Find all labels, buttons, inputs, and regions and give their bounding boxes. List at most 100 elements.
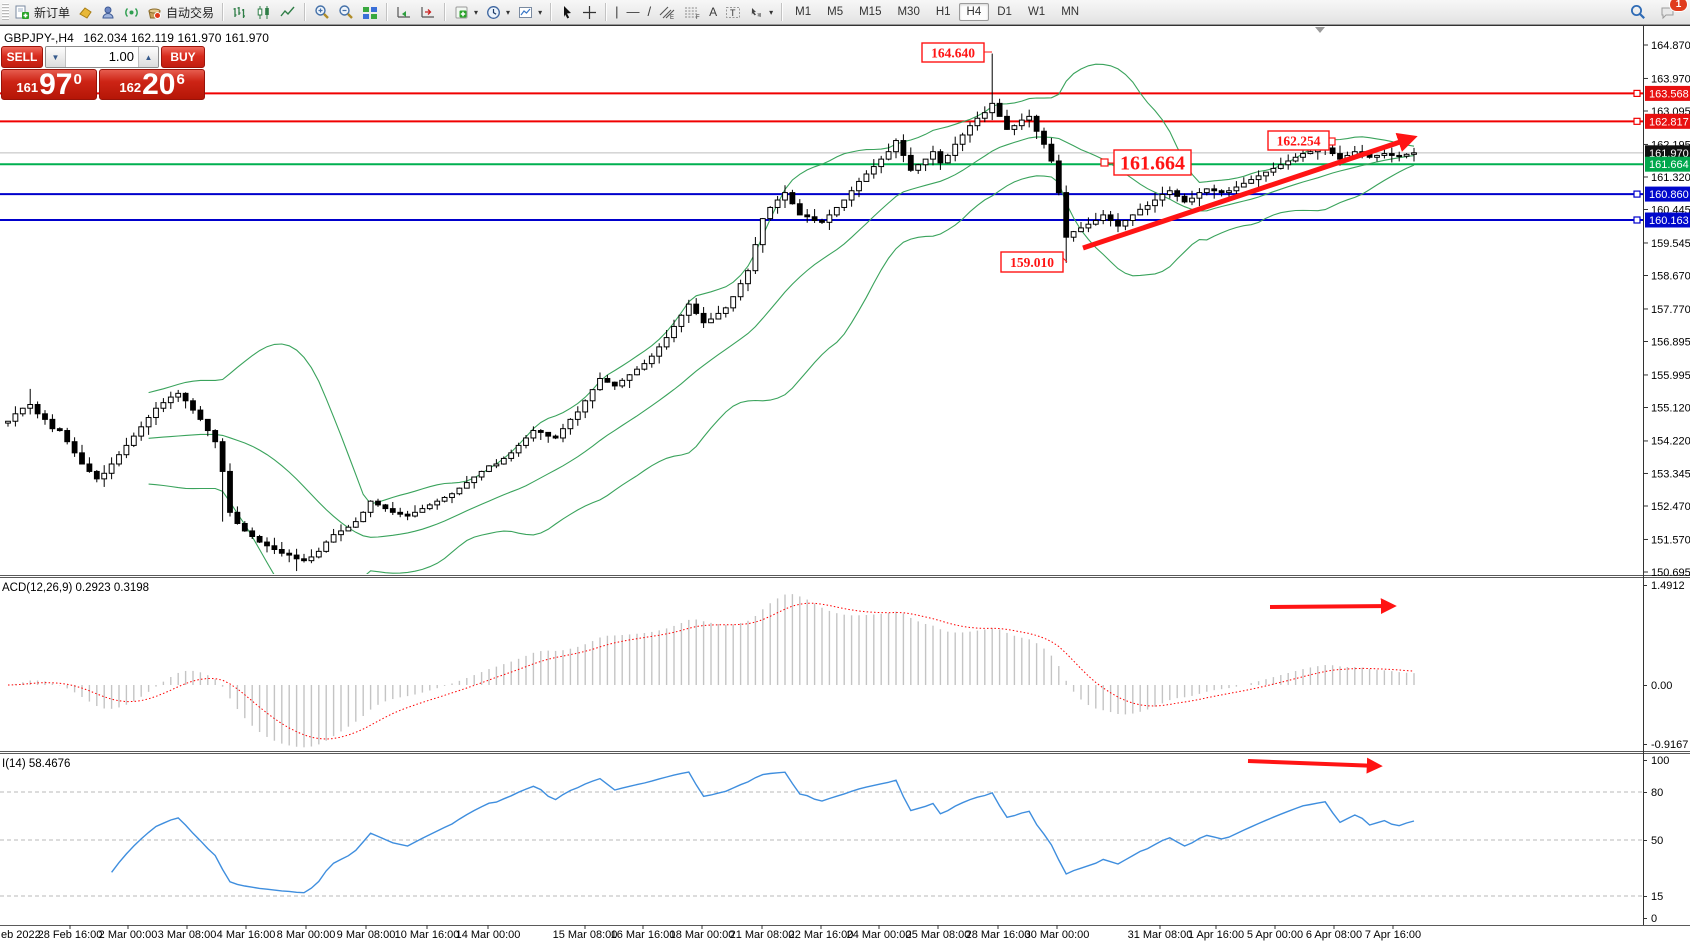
line-chart-button[interactable] bbox=[276, 3, 300, 22]
notifications-button[interactable]: 1 bbox=[1656, 3, 1680, 22]
bar-chart-button[interactable] bbox=[228, 3, 252, 22]
buy-price[interactable]: 162 20 6 bbox=[99, 69, 205, 100]
svg-text:30 Mar 00:00: 30 Mar 00:00 bbox=[1025, 929, 1090, 941]
macd-arrow[interactable] bbox=[1270, 606, 1392, 607]
crosshair-button[interactable] bbox=[578, 3, 601, 22]
quotes-icon bbox=[78, 5, 93, 20]
data-window-button[interactable] bbox=[97, 3, 120, 22]
price-badge-161.664: 161.664 bbox=[1645, 157, 1690, 172]
symbol-period: GBPJPY-,H4 bbox=[4, 31, 74, 45]
template-icon bbox=[518, 5, 533, 20]
price-annotation-161.664[interactable]: 161.664 bbox=[1101, 150, 1191, 175]
channel-button[interactable]: E bbox=[655, 3, 680, 22]
price-badge-163.568: 163.568 bbox=[1645, 86, 1690, 101]
svg-text:8 Mar 00:00: 8 Mar 00:00 bbox=[277, 929, 336, 941]
signal-icon bbox=[124, 5, 139, 20]
level-line-handle[interactable] bbox=[1634, 90, 1640, 96]
svg-text:16 Mar 16:00: 16 Mar 16:00 bbox=[611, 929, 676, 941]
crosshair-icon bbox=[582, 5, 597, 20]
label-button[interactable]: T bbox=[721, 3, 745, 22]
price-annotation-162.254[interactable]: 162.254 bbox=[1268, 131, 1335, 150]
tab-timeframe-h4[interactable]: H4 bbox=[959, 3, 990, 21]
autotrade-button[interactable]: 自动交易 bbox=[143, 3, 218, 22]
arrows-button[interactable]: ▾ bbox=[745, 3, 777, 22]
cursor-button[interactable] bbox=[556, 3, 578, 22]
new-order-button[interactable]: 新订单 bbox=[11, 3, 74, 22]
svg-text:150.695: 150.695 bbox=[1651, 567, 1690, 579]
svg-text:162.254: 162.254 bbox=[1277, 133, 1321, 148]
chart-area[interactable]: 164.640161.664162.254159.010164.870163.9… bbox=[0, 0, 1690, 941]
svg-text:5 Apr 00:00: 5 Apr 00:00 bbox=[1247, 929, 1303, 941]
toolbar-separator bbox=[386, 3, 388, 21]
tab-timeframe-m1[interactable]: M1 bbox=[787, 3, 819, 21]
toolbar-grip[interactable] bbox=[2, 3, 9, 21]
svg-text:153.345: 153.345 bbox=[1651, 468, 1690, 480]
fibonacci-button[interactable]: F bbox=[680, 3, 705, 22]
autotrade-icon bbox=[147, 5, 162, 20]
search-button[interactable] bbox=[1626, 3, 1650, 22]
data-window-icon bbox=[101, 5, 116, 20]
text-button[interactable]: A bbox=[705, 3, 721, 22]
buy-button[interactable]: BUY bbox=[161, 46, 205, 68]
notification-badge: 1 bbox=[1670, 0, 1687, 11]
toolbar-separator bbox=[444, 3, 446, 21]
label-icon: T bbox=[725, 5, 741, 20]
tab-timeframe-h1[interactable]: H1 bbox=[928, 3, 959, 21]
zoom-out-button[interactable] bbox=[334, 3, 358, 22]
vline-button[interactable]: | bbox=[611, 3, 622, 22]
indicators-icon bbox=[454, 5, 469, 20]
svg-text:161.664: 161.664 bbox=[1120, 153, 1185, 175]
new-order-label: 新订单 bbox=[34, 4, 70, 21]
tab-timeframe-m15[interactable]: M15 bbox=[851, 3, 889, 21]
templates-button[interactable]: ▾ bbox=[514, 3, 546, 22]
svg-text:156.895: 156.895 bbox=[1651, 336, 1690, 348]
svg-text:154.220: 154.220 bbox=[1651, 436, 1690, 448]
hline-button[interactable]: — bbox=[622, 3, 643, 22]
tab-timeframe-m30[interactable]: M30 bbox=[889, 3, 927, 21]
market-watch-button[interactable] bbox=[74, 3, 97, 22]
cursor-icon bbox=[560, 5, 574, 20]
volume-up-button[interactable]: ▲ bbox=[138, 47, 158, 67]
svg-text:28 Feb 16:00: 28 Feb 16:00 bbox=[38, 929, 103, 941]
svg-text:0.00: 0.00 bbox=[1651, 680, 1672, 692]
svg-text:155.995: 155.995 bbox=[1651, 370, 1690, 382]
svg-text:eb 2022: eb 2022 bbox=[1, 929, 41, 941]
price-annotation-164.640[interactable]: 164.640 bbox=[922, 43, 992, 62]
trendline-button[interactable]: / bbox=[643, 3, 655, 22]
svg-text:10 Mar 16:00: 10 Mar 16:00 bbox=[395, 929, 460, 941]
sell-button[interactable]: SELL bbox=[1, 46, 43, 68]
zoom-in-button[interactable] bbox=[310, 3, 334, 22]
svg-text:158.670: 158.670 bbox=[1651, 270, 1690, 282]
svg-text:E: E bbox=[670, 15, 674, 20]
level-line-handle[interactable] bbox=[1634, 191, 1640, 197]
text-icon: A bbox=[709, 5, 717, 19]
svg-text:4 Mar 16:00: 4 Mar 16:00 bbox=[217, 929, 276, 941]
tab-timeframe-m5[interactable]: M5 bbox=[819, 3, 851, 21]
tab-timeframe-d1[interactable]: D1 bbox=[989, 3, 1020, 21]
chevron-down-icon: ▼ bbox=[52, 53, 60, 62]
svg-text:7 Apr 16:00: 7 Apr 16:00 bbox=[1365, 929, 1421, 941]
bar-chart-icon bbox=[232, 5, 248, 20]
svg-text:151.570: 151.570 bbox=[1651, 534, 1690, 546]
svg-text:152.470: 152.470 bbox=[1651, 501, 1690, 513]
level-line-handle[interactable] bbox=[1634, 217, 1640, 223]
periods-button[interactable]: ▾ bbox=[482, 3, 514, 22]
level-line-handle[interactable] bbox=[1634, 118, 1640, 124]
tile-windows-button[interactable] bbox=[358, 3, 382, 22]
volume-dropdown-button[interactable]: ▼ bbox=[46, 47, 66, 67]
autotrade-label: 自动交易 bbox=[166, 4, 214, 21]
navigator-button[interactable] bbox=[120, 3, 143, 22]
tab-timeframe-w1[interactable]: W1 bbox=[1020, 3, 1053, 21]
candlestick-chart-button[interactable] bbox=[252, 3, 276, 22]
indicators-button[interactable]: ▾ bbox=[450, 3, 482, 22]
volume-input[interactable]: 1.00 bbox=[66, 47, 138, 67]
chart-autoscroll-button[interactable] bbox=[392, 3, 416, 22]
sell-price[interactable]: 161 97 0 bbox=[1, 69, 97, 100]
indicators-caret: ▾ bbox=[474, 8, 478, 17]
chart-shift-button[interactable] bbox=[416, 3, 440, 22]
tab-timeframe-mn[interactable]: MN bbox=[1053, 3, 1087, 21]
svg-text:22 Mar 16:00: 22 Mar 16:00 bbox=[789, 929, 854, 941]
price-annotation-159.010[interactable]: 159.010 bbox=[1001, 252, 1067, 272]
search-icon bbox=[1630, 4, 1646, 20]
arrows-caret: ▾ bbox=[769, 8, 773, 17]
